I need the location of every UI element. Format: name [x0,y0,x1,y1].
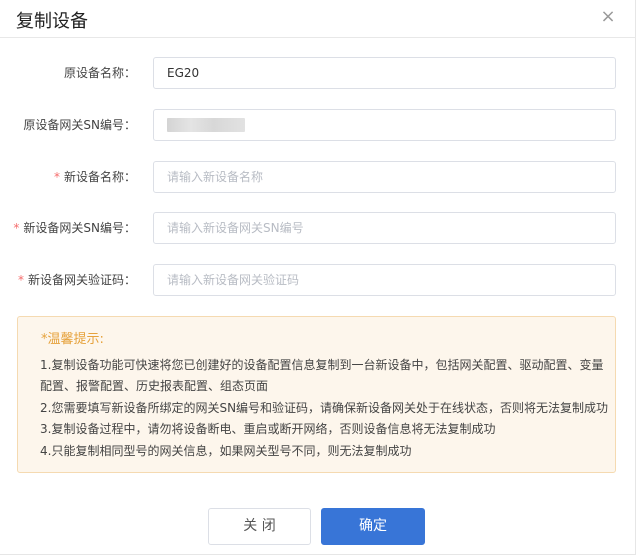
orig-name-input[interactable] [153,57,616,89]
new-sn-label-text: 新设备网关SN编号： [23,221,136,235]
tips-box: *温馨提示: 1.复制设备功能可快速将您已创建好的设备配置信息复制到一台新设备中… [17,316,616,473]
tip-line: 4.只能复制相同型号的网关信息，如果网关型号不同，则无法复制成功 [40,444,412,458]
form-row-new-name: * 新设备名称： [0,161,636,193]
dialog-title: 复制设备 [16,11,88,32]
new-name-input[interactable] [153,161,616,193]
tip-line: 2.您需要填写新设备所绑定的网关SN编号和验证码，请确保新设备网关处于在线状态，… [40,401,609,415]
new-code-label-text: 新设备网关验证码： [27,273,136,287]
new-name-label: * 新设备名称： [54,161,136,193]
new-name-label-text: 新设备名称： [63,170,136,184]
close-button[interactable]: 关 闭 [208,508,311,545]
required-mark: * [13,221,20,235]
new-sn-input[interactable] [153,212,616,244]
dialog-header: 复制设备 × [0,0,636,38]
form-row-orig-sn: 原设备网关SN编号： [0,109,636,141]
close-icon[interactable]: × [598,7,618,27]
form-row-new-code: * 新设备网关验证码： [0,264,636,296]
new-code-label: * 新设备网关验证码： [18,264,136,296]
form-row-new-sn: * 新设备网关SN编号： [0,212,636,244]
orig-name-label: 原设备名称： [63,66,136,80]
confirm-button[interactable]: 确定 [321,508,425,545]
copy-device-dialog: 复制设备 × 原设备名称： 原设备网关SN编号： *新设备名称： *新设备网关S… [0,0,636,555]
tip-line: 1.复制设备功能可快速将您已创建好的设备配置信息复制到一台新设备中，包括网关配置… [40,358,604,372]
orig-sn-label: 原设备网关SN编号： [23,118,136,132]
tip-line: 配置、报警配置、历史报表配置、组态页面 [40,379,269,393]
form-row-orig-name: 原设备名称： [0,57,636,89]
required-mark: * [17,273,24,287]
new-sn-label: * 新设备网关SN编号： [13,212,136,244]
tip-line: 3.复制设备过程中，请勿将设备断电、重启或断开网络，否则设备信息将无法复制成功 [40,422,496,436]
redacted-sn-value [167,118,245,132]
tips-title: *温馨提示: [41,332,104,347]
new-code-input[interactable] [153,264,616,296]
required-mark: * [53,170,60,184]
